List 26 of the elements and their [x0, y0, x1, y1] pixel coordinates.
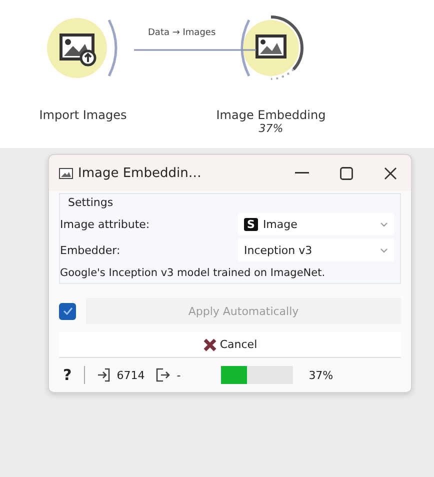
- link-label: Data → Images: [148, 28, 216, 38]
- field-label: Embedder:: [60, 244, 122, 256]
- progress-text: 37%: [308, 368, 334, 382]
- input-count: 6714: [116, 368, 145, 382]
- close-icon[interactable]: [384, 166, 397, 180]
- cross-icon: [202, 338, 217, 352]
- group-title: Settings: [67, 196, 114, 209]
- help-button[interactable]: ?: [63, 366, 72, 384]
- dropdown[interactable]: Inception v3: [238, 239, 394, 261]
- description-text: Google's Inception v3 model trained on ImageNet.: [60, 266, 326, 279]
- dropdown[interactable]: S Image: [238, 213, 394, 235]
- cancel-button[interactable]: Cancel: [59, 332, 401, 358]
- maximize-icon[interactable]: [340, 166, 353, 180]
- chevron-down-icon: [380, 222, 388, 226]
- chevron-down-icon: [380, 248, 388, 252]
- node-status-text: 37%: [258, 122, 284, 135]
- image-icon: [59, 168, 73, 178]
- output-icon: [154, 368, 171, 382]
- window-title: Image Embeddin…: [78, 166, 202, 180]
- minimize-icon[interactable]: [295, 172, 309, 174]
- field-label: Image attribute:: [60, 218, 151, 230]
- checkmark-icon: [62, 307, 72, 315]
- output-count: -: [176, 368, 181, 382]
- node-label: Import Images: [39, 108, 127, 122]
- node-label: Image Embedding: [216, 108, 326, 122]
- input-icon: [96, 368, 111, 382]
